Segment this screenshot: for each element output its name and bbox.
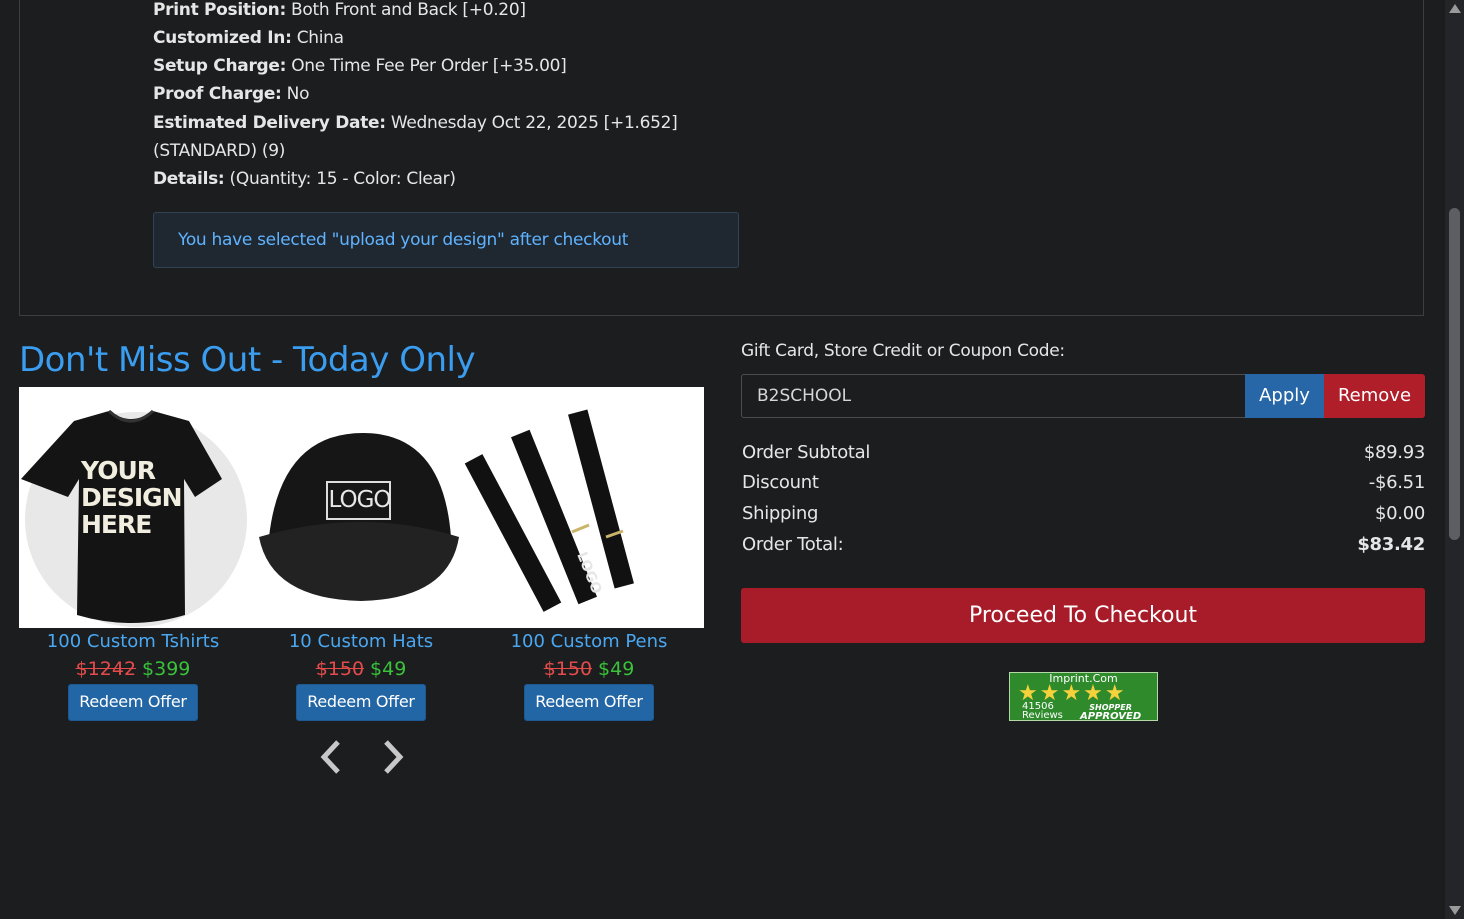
chevron-left-icon[interactable] [316,738,348,776]
old-price: $1242 [75,658,137,680]
offer-pens: 100 Custom Pens $150 $49 Redeem Offer [475,630,703,721]
shipping-label: Shipping [742,503,819,524]
setup-charge-label: Setup Charge: [153,56,287,76]
subtotal-row: Order Subtotal $89.93 [742,442,1425,463]
offer-price: $1242 $399 [19,654,247,684]
badge-reviews-label: Reviews [1022,710,1063,721]
scroll-up-icon[interactable] [1449,4,1461,13]
offer-name[interactable]: 100 Custom Pens [475,630,703,654]
hat-print: LOGO [328,487,391,513]
offer-tshirts: 100 Custom Tshirts $1242 $399 Redeem Offe… [19,630,247,721]
apply-coupon-button[interactable]: Apply [1245,374,1324,418]
tshirt-print-line-3: HERE [81,510,152,539]
customized-in-label: Customized In: [153,28,292,48]
proof-charge-row: Proof Charge: No [153,83,309,105]
shopper-approved-badge[interactable]: Imprint.Com ★★★★★ 41506 Reviews SHOPPER … [1009,672,1158,722]
upload-design-notice: You have selected "upload your design" a… [153,212,739,268]
badge-approved-text: APPROVED [1080,711,1142,722]
proceed-to-checkout-button[interactable]: Proceed To Checkout [741,588,1425,643]
total-label: Order Total: [742,534,844,555]
print-position-row: Print Position: Both Front and Back [+0.… [153,0,526,21]
customized-in-row: Customized In: China [153,27,344,49]
scroll-down-icon[interactable] [1449,906,1461,915]
offer-carousel-image[interactable]: YOUR DESIGN HERE LOGO LOGO [19,387,704,628]
proof-charge-label: Proof Charge: [153,84,282,104]
setup-charge-row: Setup Charge: One Time Fee Per Order [+3… [153,55,567,77]
coupon-code-input[interactable] [741,374,1246,418]
pens-image [464,409,634,612]
offer-price: $150 $49 [247,654,475,684]
discount-row: Discount -$6.51 [742,472,1425,493]
total-row: Order Total: $83.42 [742,534,1425,555]
shipping-row: Shipping $0.00 [742,503,1425,524]
redeem-offer-button[interactable]: Redeem Offer [68,684,198,721]
delivery-date-service: (STANDARD) (9) [153,141,286,161]
redeem-offer-button[interactable]: Redeem Offer [296,684,426,721]
new-price: $49 [598,658,635,680]
subtotal-label: Order Subtotal [742,442,871,463]
hat-image [259,433,459,601]
discount-value: -$6.51 [1368,472,1426,493]
promo-title: Don't Miss Out - Today Only [19,340,476,380]
offer-name[interactable]: 100 Custom Tshirts [19,630,247,654]
details-row: Details: (Quantity: 15 - Color: Clear) [153,168,456,190]
old-price: $150 [315,658,365,680]
tshirt-print-line-2: DESIGN [81,483,183,512]
subtotal-value: $89.93 [1363,442,1425,463]
new-price: $49 [370,658,407,680]
redeem-offer-button[interactable]: Redeem Offer [524,684,654,721]
coupon-label: Gift Card, Store Credit or Coupon Code: [741,341,1065,361]
badge-approved: SHOPPER APPROVED [1080,703,1142,722]
badge-review-count: 41506 Reviews [1022,702,1063,721]
tshirt-print-line-1: YOUR [81,456,156,485]
proof-charge-value: No [281,84,310,104]
chevron-right-icon[interactable] [376,738,408,776]
offer-hats: 10 Custom Hats $150 $49 Redeem Offer [247,630,475,721]
print-position-value: Both Front and Back [+0.20] [285,0,526,20]
delivery-date-label: Estimated Delivery Date: [153,113,386,133]
old-price: $150 [543,658,593,680]
offer-price: $150 $49 [475,654,703,684]
tshirt-print: YOUR DESIGN HERE [81,456,183,539]
new-price: $399 [142,658,191,680]
delivery-date-row: Estimated Delivery Date: Wednesday Oct 2… [153,112,678,134]
shipping-value: $0.00 [1374,503,1425,524]
offer-name[interactable]: 10 Custom Hats [247,630,475,654]
remove-coupon-button[interactable]: Remove [1324,374,1425,418]
scrollbar-thumb[interactable] [1449,208,1460,540]
details-label: Details: [153,169,225,189]
details-value: (Quantity: 15 - Color: Clear) [224,169,456,189]
total-value: $83.42 [1357,534,1425,555]
delivery-date-value: Wednesday Oct 22, 2025 [+1.652] [385,113,678,133]
setup-charge-value: One Time Fee Per Order [+35.00] [286,56,567,76]
print-position-label: Print Position: [153,0,286,20]
discount-label: Discount [742,472,819,493]
customized-in-value: China [291,28,344,48]
